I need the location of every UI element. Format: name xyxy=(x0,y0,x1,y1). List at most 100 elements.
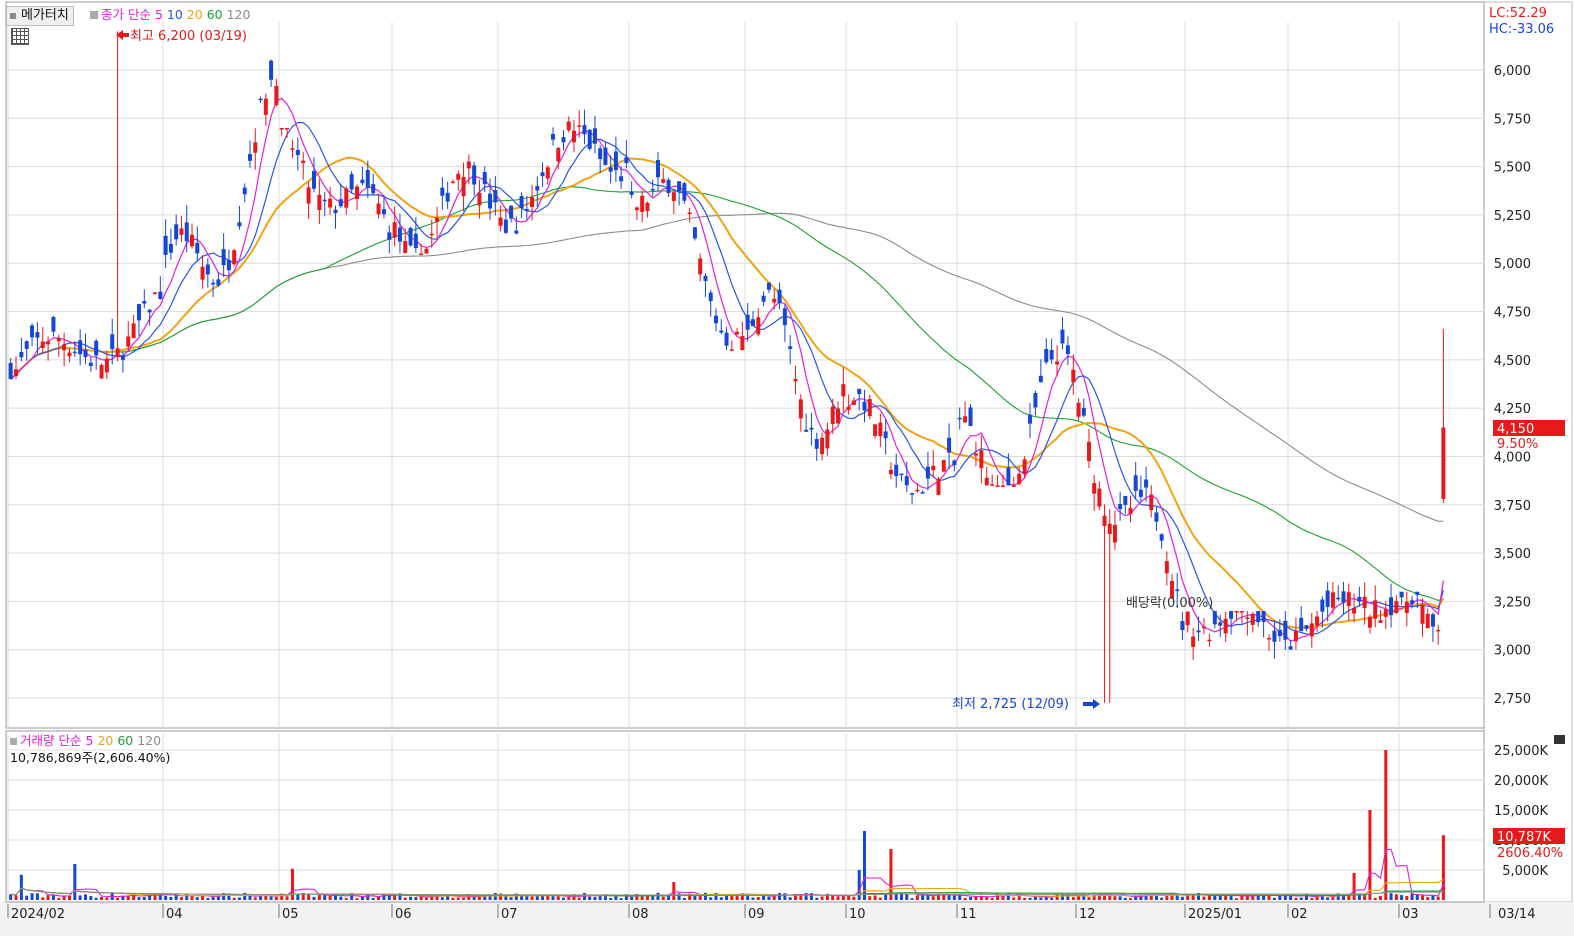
volume-legend[interactable]: 거래량 단순 5 20 60 120 xyxy=(10,733,161,749)
candle-body xyxy=(461,176,466,197)
candle-body xyxy=(766,282,771,290)
candle-body xyxy=(1097,488,1102,507)
volume-bar xyxy=(593,896,597,900)
price-legend[interactable]: 종가 단순 5 10 20 60 120 xyxy=(90,7,250,23)
candle-body xyxy=(1367,616,1372,628)
time-axis-label: 12 xyxy=(1079,907,1096,922)
volume-bar xyxy=(1379,896,1382,900)
volume-bar xyxy=(1202,896,1206,900)
volume-bar xyxy=(126,896,130,900)
candle-body xyxy=(629,192,634,195)
volume-bar xyxy=(1431,895,1435,900)
candle-body xyxy=(540,172,545,177)
volume-bar xyxy=(355,898,359,900)
candle-body xyxy=(995,485,1000,487)
candle-body xyxy=(682,183,687,201)
candle-body xyxy=(1133,475,1138,491)
candle-body xyxy=(899,473,904,476)
volume-bar xyxy=(285,896,289,900)
candle-body xyxy=(1229,611,1234,619)
candle-body xyxy=(498,217,503,226)
volume-bar xyxy=(73,864,77,900)
candle-body xyxy=(1071,369,1076,383)
volume-bar xyxy=(788,897,792,900)
volume-bar xyxy=(1299,897,1303,900)
candle-body xyxy=(258,98,263,101)
volume-bar xyxy=(703,892,707,900)
candle-body xyxy=(910,493,915,495)
volume-bar xyxy=(969,897,973,900)
candle-body xyxy=(1175,589,1180,592)
volume-bar xyxy=(211,896,215,900)
time-axis-label: 08 xyxy=(632,907,649,922)
candle-body xyxy=(328,198,333,208)
candle-body xyxy=(99,364,104,379)
candle-body xyxy=(179,228,184,235)
candle-body xyxy=(88,362,93,367)
candle-body xyxy=(1038,375,1043,383)
volume-bar xyxy=(915,895,919,900)
time-axis-label: 06 xyxy=(395,907,412,922)
candle-body xyxy=(820,437,825,455)
volume-bar xyxy=(1028,897,1032,900)
table-grid-icon[interactable] xyxy=(11,28,29,45)
candle-body xyxy=(1256,611,1261,623)
candle-body xyxy=(83,349,88,358)
candle-body xyxy=(915,489,920,492)
volume-bar xyxy=(237,897,241,900)
volume-bar xyxy=(767,896,771,900)
legend-ma10: 10 xyxy=(166,7,183,22)
candle-body xyxy=(142,301,147,304)
lc-readout: LC:52.29 xyxy=(1489,6,1547,21)
candle-body xyxy=(413,233,418,249)
candle-body xyxy=(514,230,519,234)
candle-body xyxy=(1092,483,1097,494)
candle-body xyxy=(248,154,252,161)
price-tick-label: 5,750 xyxy=(1494,112,1531,127)
candle-body xyxy=(408,227,413,246)
candle-body xyxy=(582,125,587,135)
candle-body xyxy=(957,417,962,420)
candle-body xyxy=(338,199,343,207)
candle-body xyxy=(104,358,109,373)
candle-body xyxy=(1065,345,1070,355)
candle-body xyxy=(226,260,231,271)
candle-body xyxy=(836,408,841,424)
volume-bar xyxy=(1229,896,1233,900)
candle-body xyxy=(1383,609,1388,617)
candle-body xyxy=(1044,349,1049,363)
candle-body xyxy=(756,317,761,335)
time-axis-label: 07 xyxy=(501,907,518,922)
volume-bar xyxy=(1272,897,1276,900)
candle-body xyxy=(1218,622,1223,626)
candle-body xyxy=(1154,512,1159,522)
volume-bar xyxy=(1077,896,1081,900)
volume-bar xyxy=(216,894,220,900)
candle-body xyxy=(1315,616,1320,626)
volume-bar xyxy=(328,896,332,900)
candle-body xyxy=(1399,591,1404,598)
volume-bar xyxy=(1384,750,1388,900)
candle-body xyxy=(692,227,697,239)
volume-bar xyxy=(1400,895,1404,900)
candle-body xyxy=(1250,613,1255,625)
volume-tick-label: 5,000K xyxy=(1502,864,1548,879)
volume-bar xyxy=(440,897,444,900)
volume-bar xyxy=(462,897,466,900)
candle-body xyxy=(274,85,279,106)
volume-bar xyxy=(25,895,29,900)
volume-bar xyxy=(525,896,529,900)
volume-bar xyxy=(179,897,183,900)
candle-body xyxy=(477,192,482,206)
candle-body xyxy=(619,176,624,182)
volume-bar xyxy=(509,897,513,900)
candle-body xyxy=(1277,629,1282,637)
stock-name-button[interactable]: 메가터치 xyxy=(6,6,74,26)
candle-body xyxy=(1234,611,1239,613)
candle-body xyxy=(973,453,978,456)
candle-body xyxy=(62,344,67,351)
volume-bar xyxy=(269,896,273,900)
volume-bar xyxy=(323,895,327,900)
volume-bar xyxy=(751,897,755,900)
candle-body xyxy=(195,242,200,254)
